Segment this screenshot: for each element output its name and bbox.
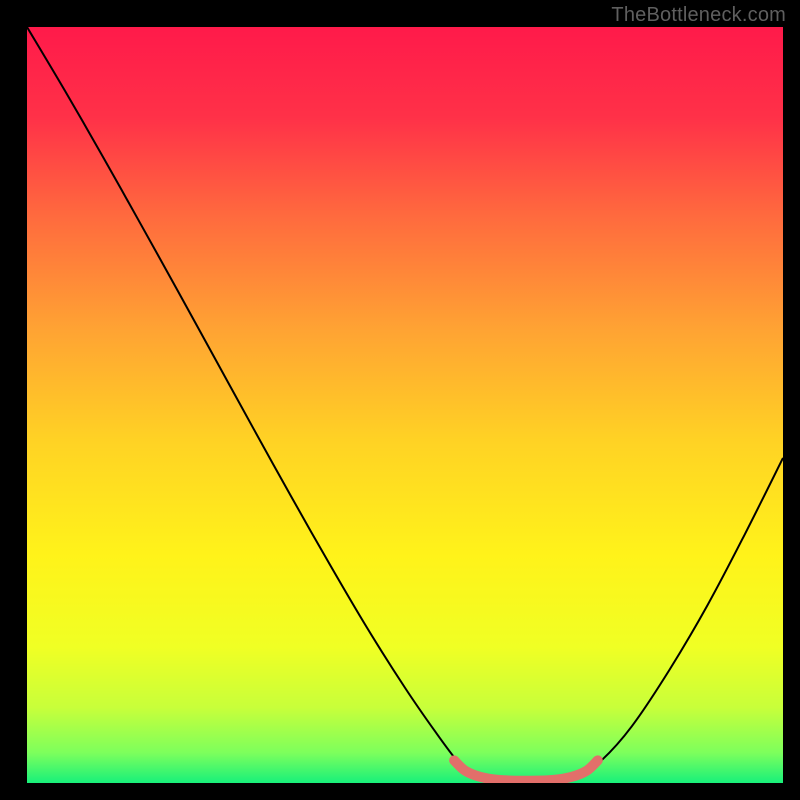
chart-svg [27, 27, 783, 783]
plot-area [27, 27, 783, 783]
attribution-text: TheBottleneck.com [611, 4, 786, 27]
chart-stage: TheBottleneck.com [0, 0, 800, 800]
